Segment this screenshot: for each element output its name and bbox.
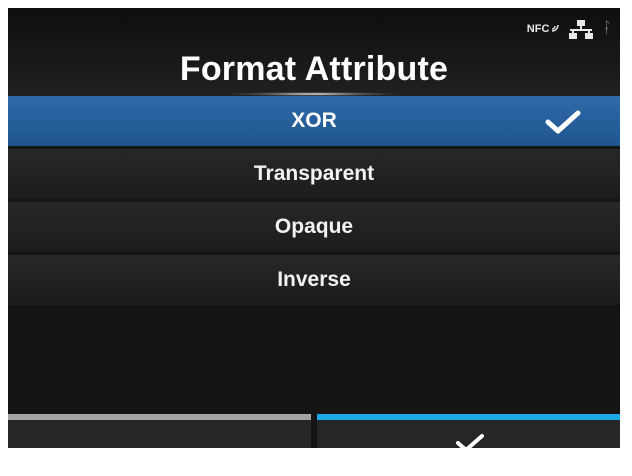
checkmark-icon — [456, 434, 484, 448]
option-inverse[interactable]: Inverse — [8, 255, 620, 305]
footer-bar — [8, 414, 620, 448]
option-label: XOR — [291, 109, 337, 132]
option-opaque[interactable]: Opaque — [8, 202, 620, 252]
page-title: Format Attribute — [179, 50, 449, 88]
option-list: XOR Transparent Opaque Inverse — [8, 96, 620, 308]
bluetooth-icon: ᛛ — [602, 20, 612, 37]
printer-screen: Format Attribute NFC ᛛ XOR Transparent O… — [8, 8, 620, 448]
confirm-button[interactable] — [317, 414, 620, 448]
option-label: Opaque — [274, 215, 354, 238]
option-label: Transparent — [253, 162, 375, 185]
check-icon — [545, 110, 581, 134]
option-transparent[interactable]: Transparent — [8, 149, 620, 199]
status-bar: NFC ᛛ — [527, 16, 612, 42]
option-xor[interactable]: XOR — [8, 96, 620, 146]
nfc-waves-icon — [552, 24, 560, 32]
back-button[interactable] — [8, 414, 311, 448]
header: Format Attribute NFC ᛛ — [8, 8, 620, 96]
option-label: Inverse — [277, 268, 351, 291]
nfc-label: NFC — [526, 23, 550, 35]
nfc-icon: NFC — [527, 23, 561, 35]
network-icon — [569, 20, 594, 39]
